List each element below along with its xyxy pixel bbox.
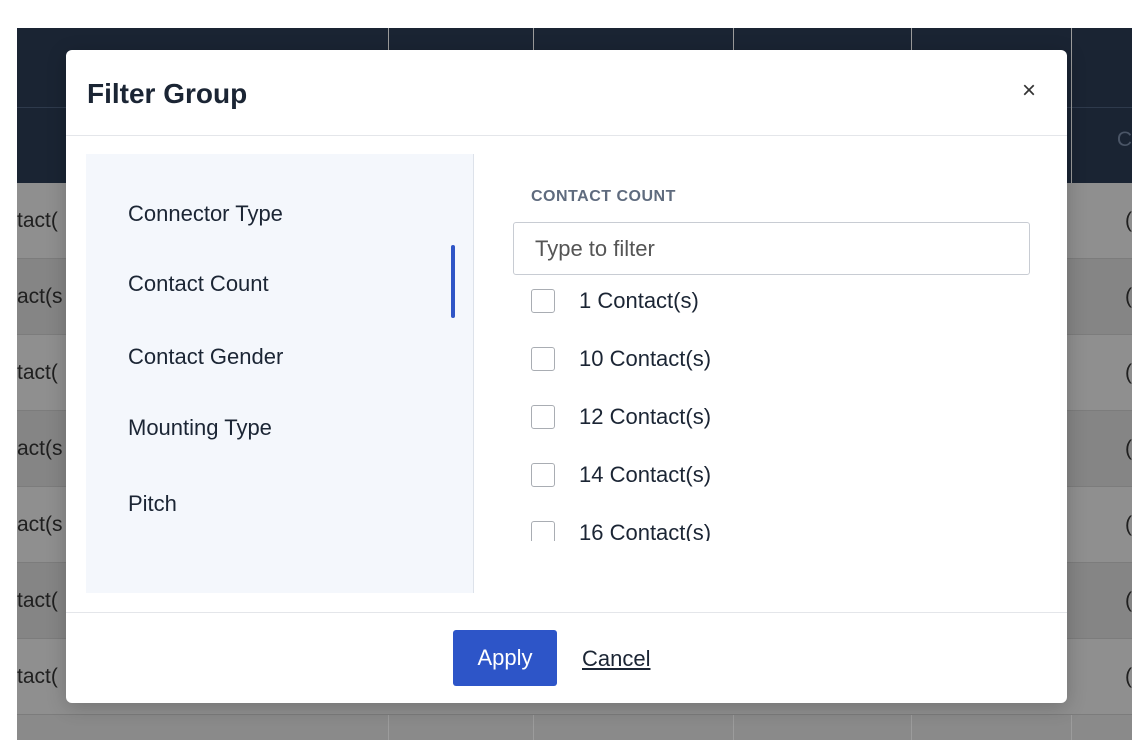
option-12-contacts[interactable]: 12 Contact(s) [531,402,711,432]
table-cell: ( [1125,209,1132,232]
option-14-contacts[interactable]: 14 Contact(s) [531,460,711,490]
option-16-contacts[interactable]: 16 Contact(s) [531,518,711,541]
table-cell: tact( [17,665,58,688]
group-item-pitch[interactable]: Pitch [128,491,177,517]
option-10-contacts[interactable]: 10 Contact(s) [531,344,711,374]
checkbox-icon[interactable] [531,347,555,371]
table-cell: ( [1125,437,1132,460]
group-item-mounting-type[interactable]: Mounting Type [128,415,272,441]
section-label: CONTACT COUNT [531,188,676,205]
modal-title: Filter Group [87,78,248,109]
table-cell: ( [1125,589,1132,612]
filter-group-list: Connector Type Contact Count Contact Gen… [86,154,474,593]
checkbox-icon[interactable] [531,405,555,429]
filter-input[interactable] [513,222,1030,275]
table-cell: act(s [17,513,63,536]
table-cell: act(s [17,437,63,460]
table-cell: tact( [17,361,58,384]
option-label: 12 Contact(s) [579,404,712,429]
option-label: 16 Contact(s) [579,520,712,541]
group-item-contact-count[interactable]: Contact Count [128,271,269,297]
table-cell: ( [1125,665,1132,688]
options-list[interactable]: 1 Contact(s) 10 Contact(s) 12 Contact(s)… [493,284,1053,541]
cancel-link[interactable]: Cancel [582,646,650,672]
table-cell: act(s [17,285,63,308]
filter-group-modal: Filter Group × Connector Type Contact Co… [66,50,1067,703]
modal-header: Filter Group × [66,50,1067,136]
option-1-contact[interactable]: 1 Contact(s) [531,286,699,316]
background-header-cell: C [1116,128,1132,151]
group-item-connector-type[interactable]: Connector Type [128,201,283,227]
option-label: 14 Contact(s) [579,462,712,487]
table-cell: ( [1125,285,1132,308]
group-item-contact-gender[interactable]: Contact Gender [128,344,283,370]
active-group-indicator [451,245,455,318]
modal-footer: Apply Cancel [66,612,1067,703]
option-label: 1 Contact(s) [579,288,699,313]
close-icon[interactable]: × [1017,77,1041,105]
checkbox-icon[interactable] [531,463,555,487]
table-cell: ( [1125,361,1132,384]
table-cell: tact( [17,589,58,612]
table-cell: tact( [17,209,58,232]
option-label: 10 Contact(s) [579,346,712,371]
filter-options-panel: CONTACT COUNT 1 Contact(s) 10 Contact(s)… [493,154,1053,593]
checkbox-icon[interactable] [531,289,555,313]
apply-button[interactable]: Apply [453,630,557,686]
checkbox-icon[interactable] [531,521,555,541]
table-cell: ( [1125,513,1132,536]
